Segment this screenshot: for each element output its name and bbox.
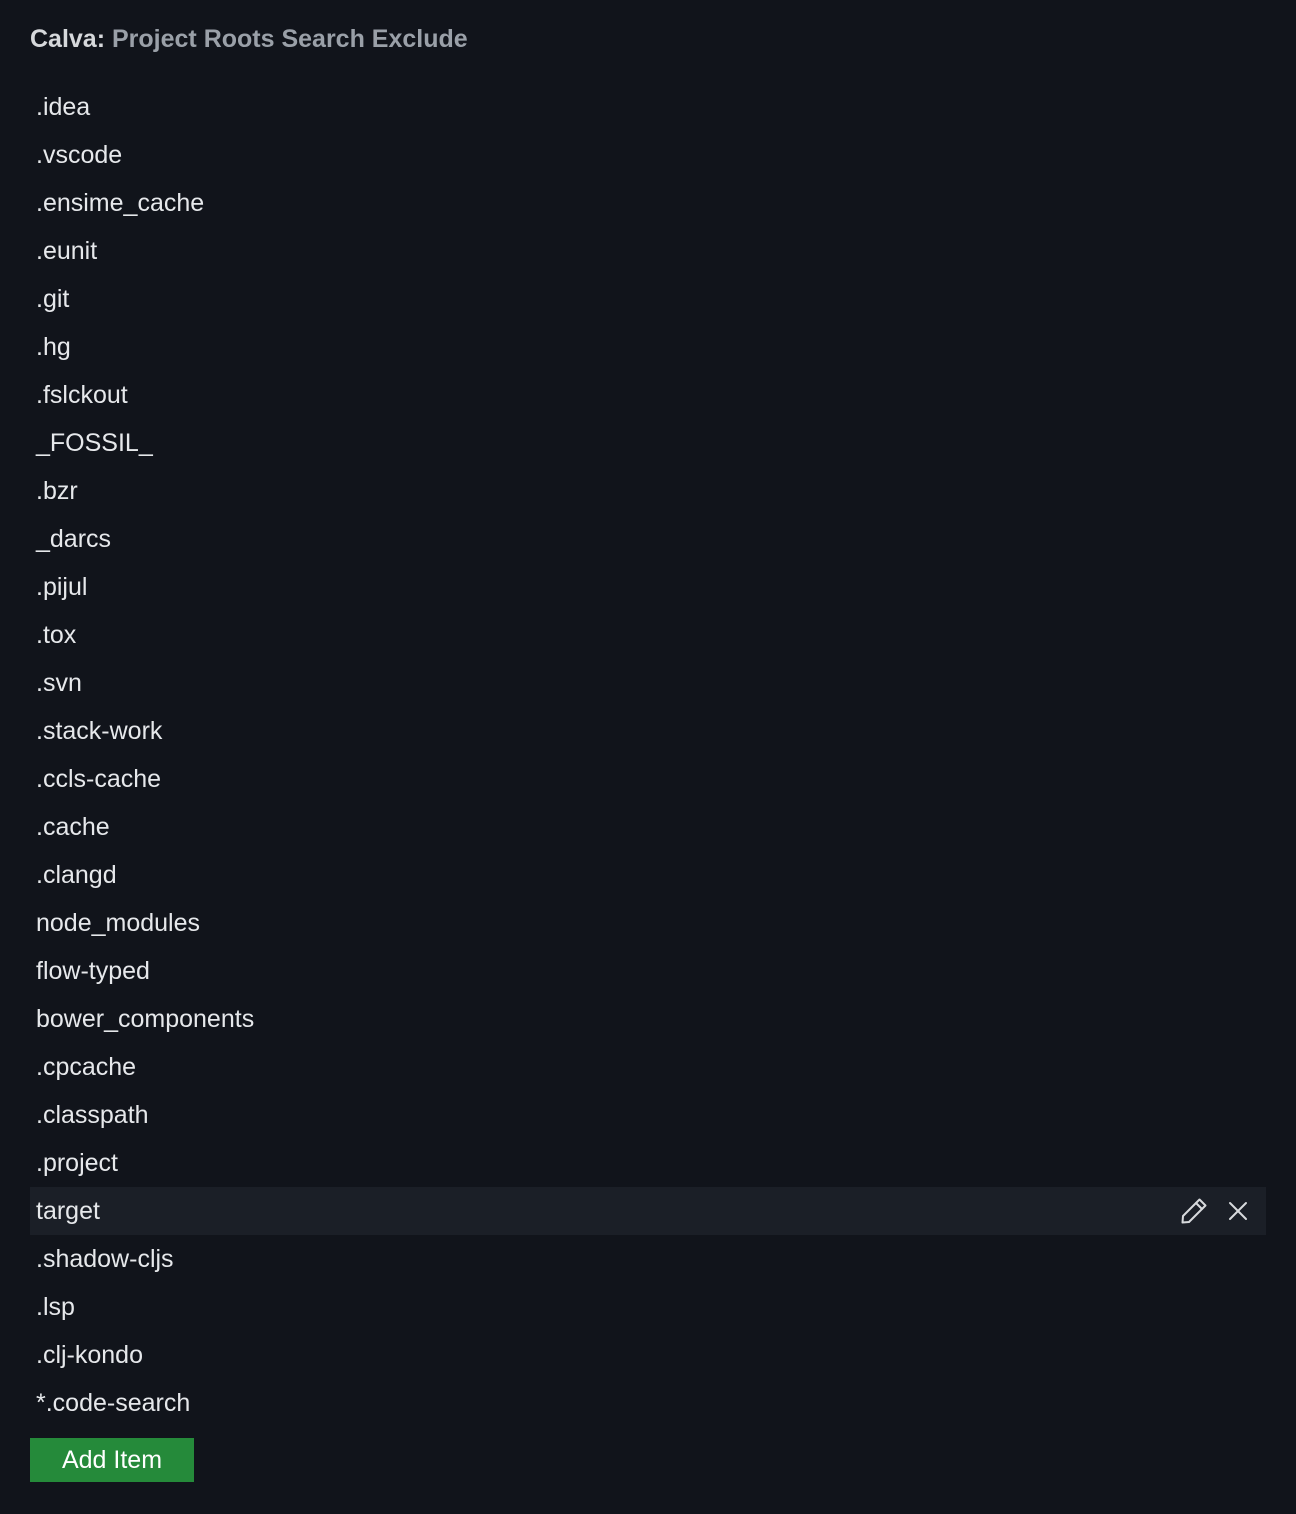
list-item-label: *.code-search <box>36 1388 191 1417</box>
setting-category: Calva: <box>30 25 106 53</box>
list-item[interactable]: .hg <box>30 323 1266 371</box>
list-item-label: .cache <box>36 812 110 841</box>
close-icon <box>1229 1202 1247 1220</box>
list-item[interactable]: .pijul <box>30 563 1266 611</box>
setting-title: Calva: Project Roots Search Exclude <box>30 22 1266 58</box>
list-item-label: .cpcache <box>36 1052 137 1081</box>
list-item-label: .ensime_cache <box>36 188 205 217</box>
list-item[interactable]: .fslckout <box>30 371 1266 419</box>
list-item[interactable]: bower_components <box>30 995 1266 1043</box>
list-item[interactable]: *.code-search <box>30 1379 1266 1427</box>
list-item-label: .clj-kondo <box>36 1340 143 1369</box>
list-item-label: .tox <box>36 620 77 649</box>
setting-name: Project Roots Search Exclude <box>112 25 468 53</box>
list-item-label: .classpath <box>36 1100 149 1129</box>
list-item[interactable]: _FOSSIL_ <box>30 419 1266 467</box>
list-item-label: .ccls-cache <box>36 764 162 793</box>
list-item-label: _FOSSIL_ <box>36 428 153 457</box>
list-item-label: bower_components <box>36 1004 255 1033</box>
pencil-icon <box>1181 1198 1207 1224</box>
list-item[interactable]: .stack-work <box>30 707 1266 755</box>
list-item-label: .vscode <box>36 140 123 169</box>
list-item[interactable]: .ensime_cache <box>30 179 1266 227</box>
list-item[interactable]: flow-typed <box>30 947 1266 995</box>
list-item-label: .stack-work <box>36 716 163 745</box>
list-item[interactable]: .lsp <box>30 1283 1266 1331</box>
list-item-label: target <box>36 1196 100 1225</box>
list-item[interactable]: .idea <box>30 83 1266 131</box>
list-item[interactable]: .project <box>30 1139 1266 1187</box>
list-item[interactable]: .cpcache <box>30 1043 1266 1091</box>
list-item-label: .bzr <box>36 476 78 505</box>
list-item[interactable]: .git <box>30 275 1266 323</box>
list-item-label: .fslckout <box>36 380 128 409</box>
list-item-label: .shadow-cljs <box>36 1244 174 1273</box>
list-item-label: .project <box>36 1148 118 1177</box>
remove-item-button[interactable] <box>1222 1195 1254 1227</box>
list-item[interactable]: .classpath <box>30 1091 1266 1139</box>
list-item[interactable]: .eunit <box>30 227 1266 275</box>
exclude-list: .idea .vscode .ensime_cache .eunit .git .hg .f… <box>30 83 1266 1427</box>
list-item-label: .clangd <box>36 860 117 889</box>
add-item-button[interactable]: Add Item <box>30 1438 194 1482</box>
list-item-label: .git <box>36 284 70 313</box>
list-item[interactable]: target <box>30 1187 1266 1235</box>
list-item[interactable]: .shadow-cljs <box>30 1235 1266 1283</box>
list-item-label: flow-typed <box>36 956 150 985</box>
list-item[interactable]: .clj-kondo <box>30 1331 1266 1379</box>
list-item-label: node_modules <box>36 908 201 937</box>
list-item[interactable]: node_modules <box>30 899 1266 947</box>
list-item[interactable]: _darcs <box>30 515 1266 563</box>
list-item-label: .lsp <box>36 1292 75 1321</box>
list-item[interactable]: .vscode <box>30 131 1266 179</box>
list-item-label: .idea <box>36 92 91 121</box>
list-item[interactable]: .tox <box>30 611 1266 659</box>
row-actions <box>1178 1187 1254 1235</box>
list-item-label: .eunit <box>36 236 98 265</box>
list-item-label: _darcs <box>36 524 112 553</box>
setting-item: Calva: Project Roots Search Exclude .ide… <box>30 22 1266 1482</box>
list-item[interactable]: .cache <box>30 803 1266 851</box>
list-item[interactable]: .svn <box>30 659 1266 707</box>
list-item-label: .pijul <box>36 572 88 601</box>
list-item[interactable]: .ccls-cache <box>30 755 1266 803</box>
list-item-label: .svn <box>36 668 82 697</box>
list-item-label: .hg <box>36 332 71 361</box>
list-item[interactable]: .clangd <box>30 851 1266 899</box>
list-item[interactable]: .bzr <box>30 467 1266 515</box>
edit-item-button[interactable] <box>1178 1195 1210 1227</box>
